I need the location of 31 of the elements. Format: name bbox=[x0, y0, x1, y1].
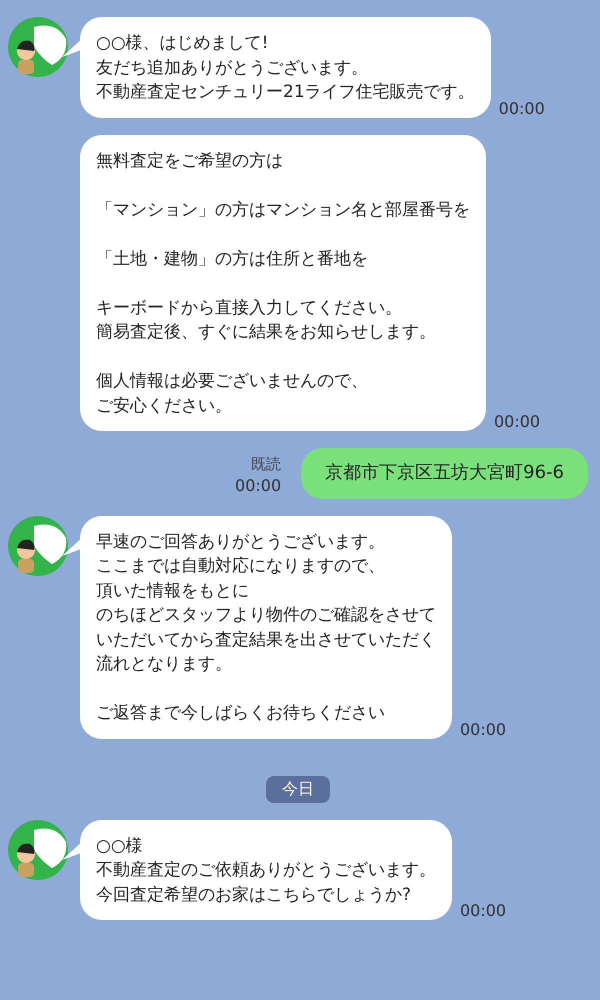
message-text-line: 頂いた情報をもとに bbox=[96, 580, 250, 602]
message-text-line: ご返答まで今しばらくお待ちください bbox=[96, 702, 386, 725]
message-text-line: ○○様 bbox=[96, 834, 144, 858]
read-receipt: 既読 bbox=[251, 454, 282, 474]
message-text-line: 個人情報は必要ございませんので、 bbox=[96, 370, 369, 393]
message-text-line: いただいてから査定結果を出させていただく bbox=[96, 628, 436, 652]
message-text-line: 不動産査定のご依頼ありがとうございます。 bbox=[96, 859, 436, 882]
message-text-line: 早速のご回答ありがとうございます。 bbox=[96, 530, 386, 554]
message-text-line: 不動産査定センチュリー21ライフ住宅販売です。 bbox=[96, 81, 475, 104]
message-text-line: 京都市下京区五坊大宮町96-6 bbox=[325, 461, 564, 485]
message-text-line: 「土地・建物」の方は住所と番地を bbox=[96, 248, 369, 270]
message-time: 00:00 bbox=[460, 720, 506, 738]
message-text-line: のちほどスタッフより物件のご確認をさせて bbox=[96, 604, 436, 627]
avatar-icon[interactable] bbox=[8, 820, 68, 880]
avatar-icon[interactable] bbox=[8, 516, 68, 576]
message-text-line: 流れとなります。 bbox=[96, 653, 233, 676]
avatar-icon[interactable] bbox=[8, 17, 68, 77]
date-separator: 今日 bbox=[266, 776, 330, 802]
message-text-line: 「マンション」の方はマンション名と部屋番号を bbox=[96, 198, 470, 222]
message-text-line: 今回査定希望のお家はこちらでしょうか? bbox=[96, 884, 412, 906]
message-text-line: 簡易査定後、すぐに結果をお知らせします。 bbox=[96, 321, 437, 344]
message-text-line: キーボードから直接入力してください。 bbox=[96, 296, 403, 320]
message-time: 00:00 bbox=[494, 412, 540, 431]
message-time: 00:00 bbox=[498, 98, 545, 118]
message-text-line: 無料査定をご希望の方は bbox=[96, 150, 284, 172]
message-text-line: ○○様、はじめまして! bbox=[96, 32, 270, 55]
message-time: 00:00 bbox=[235, 476, 282, 494]
message-text-line: 友だち追加ありがとうございます。 bbox=[96, 56, 369, 80]
message-text-line: ご安心ください。 bbox=[96, 394, 233, 418]
message-text-line: ここまでは自動対応になりますので、 bbox=[96, 555, 386, 578]
message-time: 00:00 bbox=[460, 901, 506, 920]
